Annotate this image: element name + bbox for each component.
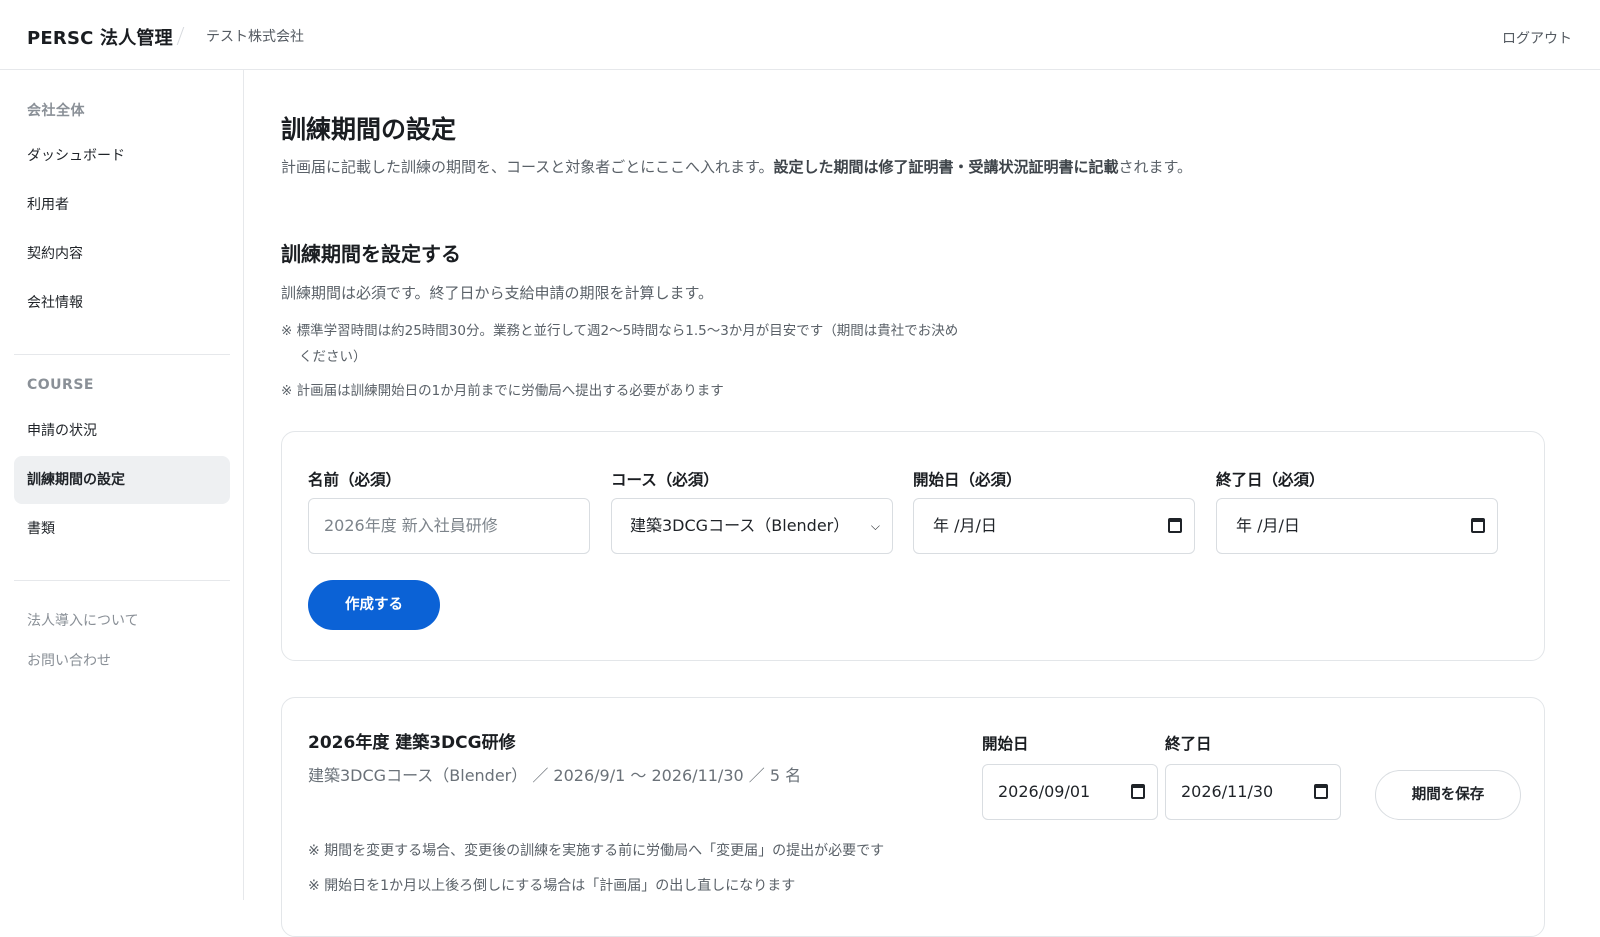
period-card: 2026年度 建築3DCG研修 建築3DCGコース（Blender） ／ 202…: [281, 697, 1545, 937]
start-date-label: 開始日（必須）: [913, 471, 1022, 489]
course-select[interactable]: 建築3DCGコース（Blender） ⌵: [611, 498, 893, 554]
top-header: PERSC 法人管理 テスト株式会社 ログアウト: [0, 0, 1600, 70]
page-desc-suffix: されます。: [1118, 158, 1192, 176]
brand-title[interactable]: PERSC 法人管理: [27, 24, 173, 50]
period-note-postpone: ※ 開始日を1か月以上後ろ倒しにする場合は「計画届」の出し直しになります: [308, 878, 796, 894]
calendar-icon[interactable]: [1314, 784, 1328, 799]
header-separator: [176, 27, 185, 45]
end-date-placeholder: 年 /月/日: [1236, 516, 1300, 535]
period-end-input[interactable]: 2026/11/30: [1165, 764, 1341, 820]
page-desc-bold: 設定した期間は修了証明書・受講状況証明書に記載: [773, 158, 1119, 176]
course-label: コース（必須）: [611, 471, 719, 489]
note-plan-deadline: ※ 計画届は訓練開始日の1か月前までに労働局へ提出する必要があります: [281, 383, 724, 399]
create-period-form: 名前（必須） 2026年度 新入社員研修 コース（必須） 建築3DCGコース（B…: [281, 431, 1545, 661]
end-date-label: 終了日（必須）: [1216, 471, 1325, 489]
main-content: 訓練期間の設定 計画届に記載した訓練の期間を、コースと対象者ごとにここへ入れます…: [244, 70, 1600, 937]
sidebar-item-documents[interactable]: 書類: [14, 505, 230, 553]
start-date-input[interactable]: 年 /月/日: [913, 498, 1195, 554]
period-start-input[interactable]: 2026/09/01: [982, 764, 1158, 820]
calendar-icon[interactable]: [1471, 518, 1485, 533]
sidebar-item-dashboard[interactable]: ダッシュボード: [14, 132, 230, 180]
sidebar-item-contract[interactable]: 契約内容: [14, 230, 230, 278]
calendar-icon[interactable]: [1168, 518, 1182, 533]
start-date-placeholder: 年 /月/日: [933, 516, 997, 535]
sidebar-divider: [14, 580, 230, 581]
section-description: 訓練期間は必須です。終了日から支給申請の期限を計算します。: [281, 284, 714, 302]
logout-link[interactable]: ログアウト: [1502, 28, 1572, 48]
period-title: 2026年度 建築3DCG研修: [308, 733, 516, 753]
sidebar-link-contact[interactable]: お問い合わせ: [27, 650, 111, 670]
sidebar-section-course: COURSE: [27, 377, 94, 393]
page-desc-prefix: 計画届に記載した訓練の期間を、コースと対象者ごとにここへ入れます。: [281, 158, 774, 176]
save-period-button[interactable]: 期間を保存: [1375, 770, 1521, 820]
sidebar-section-company: 会社全体: [27, 103, 85, 119]
sidebar-item-company-info[interactable]: 会社情報: [14, 279, 230, 327]
note-study-time-line2: ください）: [299, 349, 367, 365]
section-title: 訓練期間を設定する: [281, 242, 461, 266]
period-end-label: 終了日: [1165, 735, 1212, 753]
end-date-input[interactable]: 年 /月/日: [1216, 498, 1498, 554]
name-input[interactable]: 2026年度 新入社員研修: [308, 498, 590, 554]
note-study-time-line1: ※ 標準学習時間は約25時間30分。業務と並行して週2〜5時間なら1.5〜3か月…: [281, 323, 959, 339]
course-select-value: 建築3DCGコース（Blender）: [630, 516, 850, 535]
sidebar-item-users[interactable]: 利用者: [14, 181, 230, 229]
sidebar-link-introduction[interactable]: 法人導入について: [27, 610, 139, 630]
period-note-change: ※ 期間を変更する場合、変更後の訓練を実施する前に労働局へ「変更届」の提出が必要…: [308, 843, 885, 859]
company-name: テスト株式会社: [206, 29, 304, 45]
create-button[interactable]: 作成する: [308, 580, 440, 630]
sidebar-divider: [14, 354, 230, 355]
period-end-value: 2026/11/30: [1181, 782, 1274, 801]
period-meta: 建築3DCGコース（Blender） ／ 2026/9/1 〜 2026/11/…: [308, 766, 802, 785]
note-study-time: ※ 標準学習時間は約25時間30分。業務と並行して週2〜5時間なら1.5〜3か月…: [281, 318, 1051, 370]
period-start-label: 開始日: [982, 735, 1029, 753]
page-title: 訓練期間の設定: [281, 115, 457, 144]
sidebar-item-application-status[interactable]: 申請の状況: [14, 407, 230, 455]
page-description: 計画届に記載した訓練の期間を、コースと対象者ごとにここへ入れます。設定した期間は…: [281, 156, 1192, 177]
period-start-value: 2026/09/01: [998, 782, 1091, 801]
name-label: 名前（必須）: [308, 471, 402, 489]
sidebar: 会社全体 ダッシュボード 利用者 契約内容 会社情報 COURSE 申請の状況 …: [0, 70, 244, 900]
calendar-icon[interactable]: [1131, 784, 1145, 799]
chevron-down-icon: ⌵: [870, 519, 880, 533]
sidebar-item-training-period[interactable]: 訓練期間の設定: [14, 456, 230, 504]
